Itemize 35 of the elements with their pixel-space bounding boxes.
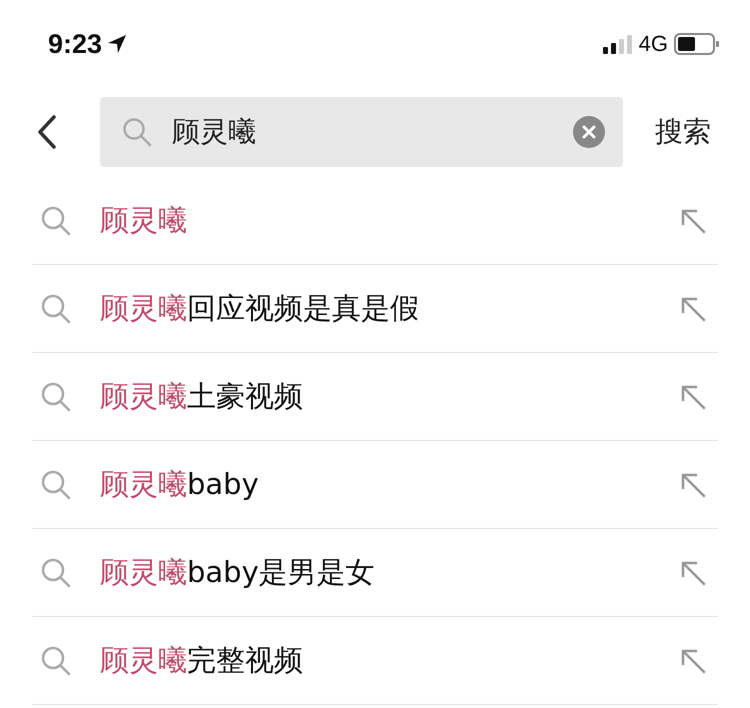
location-arrow-icon xyxy=(106,33,128,55)
arrow-up-left-icon[interactable] xyxy=(680,472,706,498)
network-label: 4G xyxy=(638,31,668,57)
suggestion-text: 顾灵曦完整视频 xyxy=(100,642,304,678)
suggestion-item[interactable]: 顾灵曦baby是男是女 xyxy=(32,529,718,617)
arrow-up-left-icon[interactable] xyxy=(680,384,706,410)
search-field[interactable]: 顾灵曦 xyxy=(100,97,623,167)
battery-icon xyxy=(674,33,720,55)
clear-button[interactable] xyxy=(573,116,605,148)
arrow-up-left-icon[interactable] xyxy=(680,560,706,586)
search-icon xyxy=(40,644,72,676)
suggestion-text: 顾灵曦baby是男是女 xyxy=(100,554,376,590)
search-icon xyxy=(40,204,72,236)
search-icon xyxy=(122,117,152,147)
search-icon xyxy=(40,292,72,324)
chevron-left-icon xyxy=(36,114,58,150)
search-button[interactable]: 搜索 xyxy=(655,113,711,151)
suggestion-text: 顾灵曦土豪视频 xyxy=(100,378,304,414)
arrow-up-left-icon[interactable] xyxy=(680,296,706,322)
suggestion-item[interactable]: 顾灵曦baby xyxy=(32,441,718,529)
search-icon xyxy=(40,468,72,500)
status-time: 9:23 xyxy=(48,28,102,60)
search-query: 顾灵曦 xyxy=(172,114,257,150)
arrow-up-left-icon[interactable] xyxy=(680,208,706,234)
suggestion-text: 顾灵曦回应视频是真是假 xyxy=(100,290,420,326)
suggestion-item[interactable]: 顾灵曦回应视频是真是假 xyxy=(32,265,718,353)
search-icon xyxy=(40,556,72,588)
suggestion-item[interactable]: 顾灵曦土豪视频 xyxy=(32,353,718,441)
signal-icon xyxy=(602,34,633,54)
suggestion-item[interactable]: 顾灵曦 xyxy=(32,177,718,265)
suggestion-item[interactable]: 顾灵曦完整视频 xyxy=(32,617,718,705)
suggestion-text: 顾灵曦 xyxy=(100,202,188,238)
arrow-up-left-icon[interactable] xyxy=(680,648,706,674)
suggestion-text: 顾灵曦baby xyxy=(100,466,260,502)
search-icon xyxy=(40,380,72,412)
